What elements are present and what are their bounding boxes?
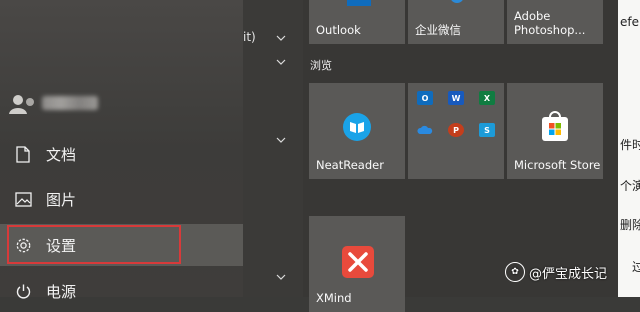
- app-list-text-fragment: it): [243, 30, 256, 44]
- user-avatar-icon[interactable]: [8, 93, 38, 115]
- outlook-mini-icon[interactable]: O: [417, 91, 433, 105]
- tile-label: Adobe Photoshop...: [514, 9, 586, 37]
- tile-label: 企业微信: [415, 23, 461, 37]
- user-name-blurred[interactable]: [42, 96, 98, 110]
- doc-text-fragment: efen: [620, 15, 640, 29]
- image-icon: [14, 190, 32, 208]
- rail-item-label: 图片: [46, 190, 77, 209]
- group-title: 浏览: [310, 59, 332, 72]
- tile-photoshop[interactable]: Adobe Photoshop...: [507, 0, 603, 44]
- highlight-box: [7, 225, 181, 264]
- watermark: ✿ @俨宝成长记: [505, 262, 607, 282]
- store-bag-icon: [542, 111, 568, 141]
- tile-label: XMind: [316, 291, 352, 305]
- start-menu-rail: 文档 图片 设置 电源: [0, 0, 243, 301]
- doc-text-fragment: 过: [632, 260, 640, 274]
- tile-xmind[interactable]: XMind: [309, 216, 405, 312]
- watermark-logo-icon: ✿: [505, 262, 525, 282]
- doc-text-fragment: 删除: [620, 218, 640, 232]
- background-document: efen 件时 个演 删除 过: [618, 0, 640, 297]
- skype-mini-icon[interactable]: S: [479, 123, 495, 137]
- tile-label: NeatReader: [316, 158, 384, 172]
- wecom-icon: [451, 0, 463, 3]
- excel-mini-icon[interactable]: X: [479, 91, 495, 105]
- xmind-icon: [342, 246, 374, 278]
- tile-label: Outlook: [316, 23, 361, 37]
- chevron-down-icon[interactable]: [276, 33, 286, 43]
- tile-microsoft-store[interactable]: Microsoft Store: [507, 83, 603, 179]
- chevron-down-icon[interactable]: [276, 272, 286, 282]
- outlook-icon: [347, 0, 371, 6]
- document-icon: [14, 145, 32, 163]
- watermark-text: @俨宝成长记: [529, 266, 608, 282]
- neatreader-icon: [343, 113, 371, 141]
- rail-item-label: 文档: [46, 145, 77, 164]
- tile-outlook[interactable]: Outlook: [309, 0, 405, 44]
- doc-text-fragment: 个演: [620, 179, 640, 193]
- rail-item-label: 电源: [46, 282, 77, 301]
- tiles-area: Outlook 企业微信 Adobe Photoshop... 浏览 NeatR…: [303, 0, 618, 312]
- rail-item-power[interactable]: 电源: [0, 270, 243, 312]
- app-list: it): [243, 0, 303, 297]
- rail-item-pictures[interactable]: 图片: [0, 178, 243, 220]
- tile-neatreader[interactable]: NeatReader: [309, 83, 405, 179]
- onedrive-mini-icon[interactable]: [417, 123, 433, 137]
- tile-wecom[interactable]: 企业微信: [408, 0, 504, 44]
- chevron-down-icon[interactable]: [276, 57, 286, 67]
- tile-office-group[interactable]: O W X P S: [408, 83, 504, 179]
- word-mini-icon[interactable]: W: [448, 91, 464, 105]
- power-icon: [14, 282, 32, 300]
- tile-label: Microsoft Store: [514, 158, 601, 172]
- doc-text-fragment: 件时: [620, 138, 640, 152]
- rail-item-documents[interactable]: 文档: [0, 133, 243, 175]
- chevron-down-icon[interactable]: [276, 135, 286, 145]
- powerpoint-mini-icon[interactable]: P: [448, 123, 464, 137]
